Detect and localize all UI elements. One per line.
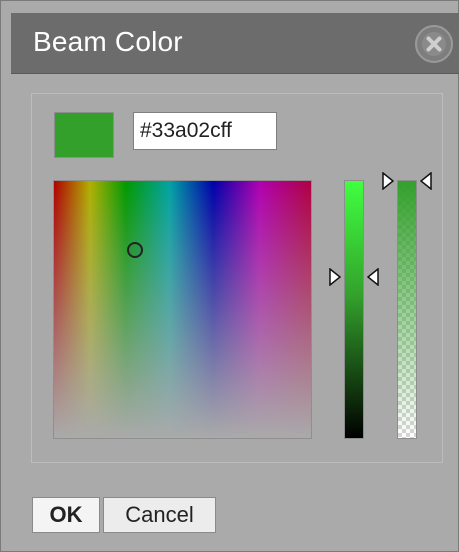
lightness-handle-left-icon[interactable] <box>329 268 341 286</box>
dialog-titlebar[interactable]: Beam Color <box>11 13 459 74</box>
dialog-title: Beam Color <box>33 26 183 57</box>
alpha-handle-right-icon[interactable] <box>420 172 432 190</box>
current-color-swatch <box>54 112 114 158</box>
close-icon <box>422 32 446 56</box>
lightness-handle-right-icon[interactable] <box>367 268 379 286</box>
hue-saturation-field[interactable] <box>53 180 312 439</box>
alpha-gradient <box>398 181 416 438</box>
hex-color-input[interactable] <box>133 112 277 150</box>
beam-color-dialog: Beam Color OK <box>0 0 459 552</box>
alpha-handle-left-icon[interactable] <box>382 172 394 190</box>
lightness-slider[interactable] <box>344 180 364 439</box>
cancel-button[interactable]: Cancel <box>103 497 216 533</box>
close-button[interactable] <box>415 25 453 63</box>
alpha-slider[interactable] <box>397 180 417 439</box>
color-picker-panel <box>31 93 443 463</box>
ok-button[interactable]: OK <box>32 497 100 533</box>
color-field-cursor[interactable] <box>127 242 143 258</box>
